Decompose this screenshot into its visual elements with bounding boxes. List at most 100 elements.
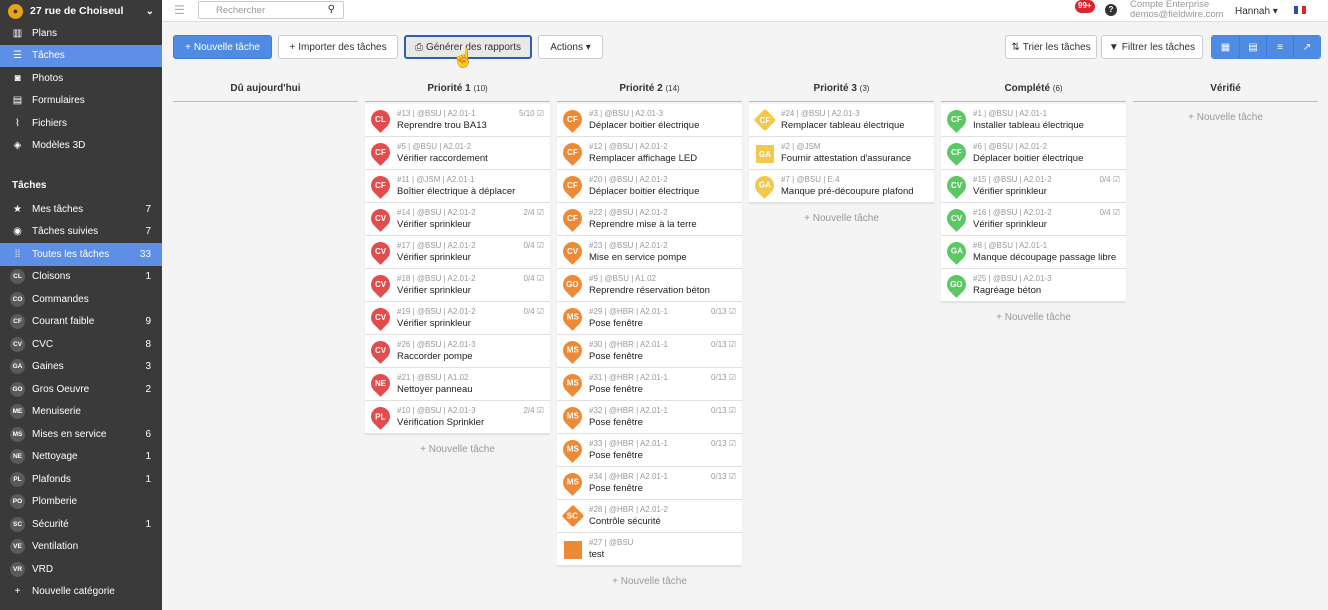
- task-card[interactable]: GO #25 | @BSU | A2.01-3 Ragréage béton: [941, 269, 1126, 302]
- category-item[interactable]: CV CVC 8: [0, 333, 162, 356]
- task-card[interactable]: #27 | @BSU test: [557, 533, 742, 566]
- task-card[interactable]: GA #8 | @BSU | A2.01-1 Manque découpage pa…: [941, 236, 1126, 269]
- task-card[interactable]: CF #24 | @BSU | A2.01-3 Remplacer tableau …: [749, 104, 934, 137]
- new-task-link[interactable]: + Nouvelle tâche: [749, 213, 934, 224]
- gantt-view-icon[interactable]: ≡: [1266, 36, 1293, 58]
- filter-tasks-button[interactable]: ▼ Filtrer les tâches: [1101, 35, 1203, 59]
- task-card[interactable]: MS #31 | @HBR | A2.01-1 Pose fenêtre 0/13 ☑: [557, 368, 742, 401]
- french-flag-icon[interactable]: [1294, 6, 1306, 14]
- new-task-link[interactable]: + Nouvelle tâche: [941, 312, 1126, 323]
- category-item[interactable]: VR VRD: [0, 558, 162, 581]
- hamburger-menu-icon[interactable]: ☰: [174, 3, 185, 17]
- category-label: Ventilation: [32, 541, 79, 553]
- task-title: Reprendre mise à la terre: [589, 219, 697, 230]
- category-count: 8: [145, 338, 151, 350]
- task-card[interactable]: NE #21 | @BSU | A1.02 Nettoyer panneau: [365, 368, 550, 401]
- pin-code: GO: [950, 280, 963, 290]
- task-title: Vérification Sprinkler: [397, 417, 485, 428]
- plus-icon: +: [14, 586, 21, 598]
- kanban-view-icon[interactable]: ▦: [1212, 36, 1239, 58]
- sidebar: ● 27 rue de Choiseul ⌄ ▥ Plans ☰ Tâches ◙ Pho…: [0, 0, 162, 610]
- task-card[interactable]: CF #11 | @JSM | A2.01-1 Boîtier électrique…: [365, 170, 550, 203]
- category-item[interactable]: CF Courant faible 9: [0, 311, 162, 334]
- filter-item[interactable]: ★ Mes tâches 7: [0, 198, 162, 221]
- task-meta: #6 | @BSU | A2.01-2: [973, 142, 1048, 151]
- task-card[interactable]: CF #1 | @BSU | A2.01-1 Installer tableau é…: [941, 104, 1126, 137]
- category-item[interactable]: VE Ventilation: [0, 536, 162, 559]
- new-task-link[interactable]: + Nouvelle tâche: [557, 576, 742, 587]
- task-card[interactable]: MS #29 | @HBR | A2.01-1 Pose fenêtre 0/13 ☑: [557, 302, 742, 335]
- task-card[interactable]: GO #9 | @BSU | A1.02 Reprendre réservation…: [557, 269, 742, 302]
- task-card[interactable]: GA #7 | @BSU | E.4 Manque pré-découpure pl…: [749, 170, 934, 203]
- new-task-link[interactable]: + Nouvelle tâche: [1133, 112, 1318, 123]
- task-card[interactable]: MS #33 | @HBR | A2.01-1 Pose fenêtre 0/13 ☑: [557, 434, 742, 467]
- sidebar-item-modèles-3d[interactable]: ◈ Modèles 3D: [0, 135, 162, 158]
- task-card[interactable]: CV #16 | @BSU | A2.01-2 Vérifier sprinkleu…: [941, 203, 1126, 236]
- pin-code: GA: [758, 181, 771, 190]
- category-item[interactable]: PO Plomberie: [0, 491, 162, 514]
- task-card[interactable]: GA #2 | @JSM Fournir attestation d'assuran…: [749, 137, 934, 170]
- task-card[interactable]: CF #12 | @BSU | A2.01-2 Remplacer affichag…: [557, 137, 742, 170]
- new-category-button[interactable]: + Nouvelle catégorie: [0, 581, 162, 604]
- project-name: 27 rue de Choiseul: [30, 5, 124, 17]
- task-meta: #15 | @BSU | A2.01-2: [973, 175, 1052, 184]
- task-card[interactable]: CF #3 | @BSU | A2.01-3 Déplacer boitier él…: [557, 104, 742, 137]
- paperclip-icon: ⌇: [15, 117, 20, 129]
- task-card[interactable]: CF #22 | @BSU | A2.01-2 Reprendre mise à l…: [557, 203, 742, 236]
- sidebar-item-photos[interactable]: ◙ Photos: [0, 67, 162, 90]
- chart-view-icon[interactable]: ↗: [1293, 36, 1320, 58]
- sidebar-item-formulaires[interactable]: ▤ Formulaires: [0, 90, 162, 113]
- project-selector[interactable]: ● 27 rue de Choiseul ⌄: [0, 0, 162, 22]
- actions-dropdown[interactable]: Actions ▾: [538, 35, 603, 59]
- category-item[interactable]: SC Sécurité 1: [0, 513, 162, 536]
- category-label: Nettoyage: [32, 451, 78, 463]
- filter-item[interactable]: ⁞⁞ Toutes les tâches 33: [0, 243, 162, 266]
- task-card[interactable]: CF #6 | @BSU | A2.01-2 Déplacer boitier él…: [941, 137, 1126, 170]
- task-card[interactable]: CV #23 | @BSU | A2.01-2 Mise en service po…: [557, 236, 742, 269]
- category-item[interactable]: MS Mises en service 6: [0, 423, 162, 446]
- task-card[interactable]: MS #32 | @HBR | A2.01-1 Pose fenêtre 0/13 ☑: [557, 401, 742, 434]
- task-meta: #24 | @BSU | A2.01-3: [781, 109, 860, 118]
- task-card[interactable]: SC #28 | @HBR | A2.01-2 Contrôle sécurité: [557, 500, 742, 533]
- column-count: (10): [473, 84, 488, 93]
- task-card[interactable]: CV #19 | @BSU | A2.01-2 Vérifier sprinkleu…: [365, 302, 550, 335]
- task-card[interactable]: CV #15 | @BSU | A2.01-2 Vérifier sprinkleu…: [941, 170, 1126, 203]
- calendar-view-icon[interactable]: ▤: [1239, 36, 1266, 58]
- sidebar-item-plans[interactable]: ▥ Plans: [0, 22, 162, 45]
- search-input[interactable]: Rechercher ⚲: [198, 1, 344, 19]
- category-item[interactable]: PL Plafonds 1: [0, 468, 162, 491]
- category-item[interactable]: NE Nettoyage 1: [0, 446, 162, 469]
- category-badge: GO: [10, 381, 25, 397]
- sidebar-item-fichiers[interactable]: ⌇ Fichiers: [0, 112, 162, 135]
- task-card[interactable]: PL #10 | @BSU | A2.01-3 Vérification Sprin…: [365, 401, 550, 434]
- category-count: 1: [145, 473, 151, 485]
- task-card[interactable]: CF #20 | @BSU | A2.01-2 Déplacer boitier é…: [557, 170, 742, 203]
- star-icon: ★: [13, 203, 22, 215]
- task-card[interactable]: CL #13 | @BSU | A2.01-1 Reprendre trou BA1…: [365, 104, 550, 137]
- notifications-badge[interactable]: 99+: [1075, 0, 1095, 13]
- filter-item[interactable]: ◉ Tâches suivies 7: [0, 221, 162, 244]
- new-task-link[interactable]: + Nouvelle tâche: [365, 444, 550, 455]
- task-card[interactable]: MS #34 | @HBR | A2.01-1 Pose fenêtre 0/13 ☑: [557, 467, 742, 500]
- sort-tasks-button[interactable]: ⇅ Trier les tâches: [1005, 35, 1097, 59]
- task-checklist-progress: 2/4 ☑: [523, 208, 544, 217]
- task-card[interactable]: CV #26 | @BSU | A2.01-3 Raccorder pompe: [365, 335, 550, 368]
- task-card[interactable]: CV #14 | @BSU | A2.01-2 Vérifier sprinkleu…: [365, 203, 550, 236]
- task-card[interactable]: MS #30 | @HBR | A2.01-1 Pose fenêtre 0/13 ☑: [557, 335, 742, 368]
- help-icon[interactable]: ?: [1105, 4, 1117, 16]
- task-card[interactable]: CF #5 | @BSU | A2.01-2 Vérifier raccordeme…: [365, 137, 550, 170]
- category-item[interactable]: GA Gaines 3: [0, 356, 162, 379]
- import-tasks-button[interactable]: + Importer des tâches: [278, 35, 398, 59]
- pin-code: CV: [374, 346, 387, 355]
- category-item[interactable]: CO Commandes: [0, 288, 162, 311]
- user-menu[interactable]: Hannah ▾: [1235, 6, 1278, 17]
- sidebar-item-tâches[interactable]: ☰ Tâches: [0, 44, 162, 67]
- pin-code: CL: [375, 115, 386, 125]
- task-card[interactable]: CV #17 | @BSU | A2.01-2 Vérifier sprinkleu…: [365, 236, 550, 269]
- category-item[interactable]: GO Gros Oeuvre 2: [0, 378, 162, 401]
- category-pin-icon: SC: [561, 504, 585, 528]
- category-item[interactable]: CL Cloisons 1: [0, 266, 162, 289]
- category-item[interactable]: ME Menuiserie: [0, 401, 162, 424]
- new-task-button[interactable]: + Nouvelle tâche: [173, 35, 272, 59]
- task-card[interactable]: CV #18 | @BSU | A2.01-2 Vérifier sprinkleu…: [365, 269, 550, 302]
